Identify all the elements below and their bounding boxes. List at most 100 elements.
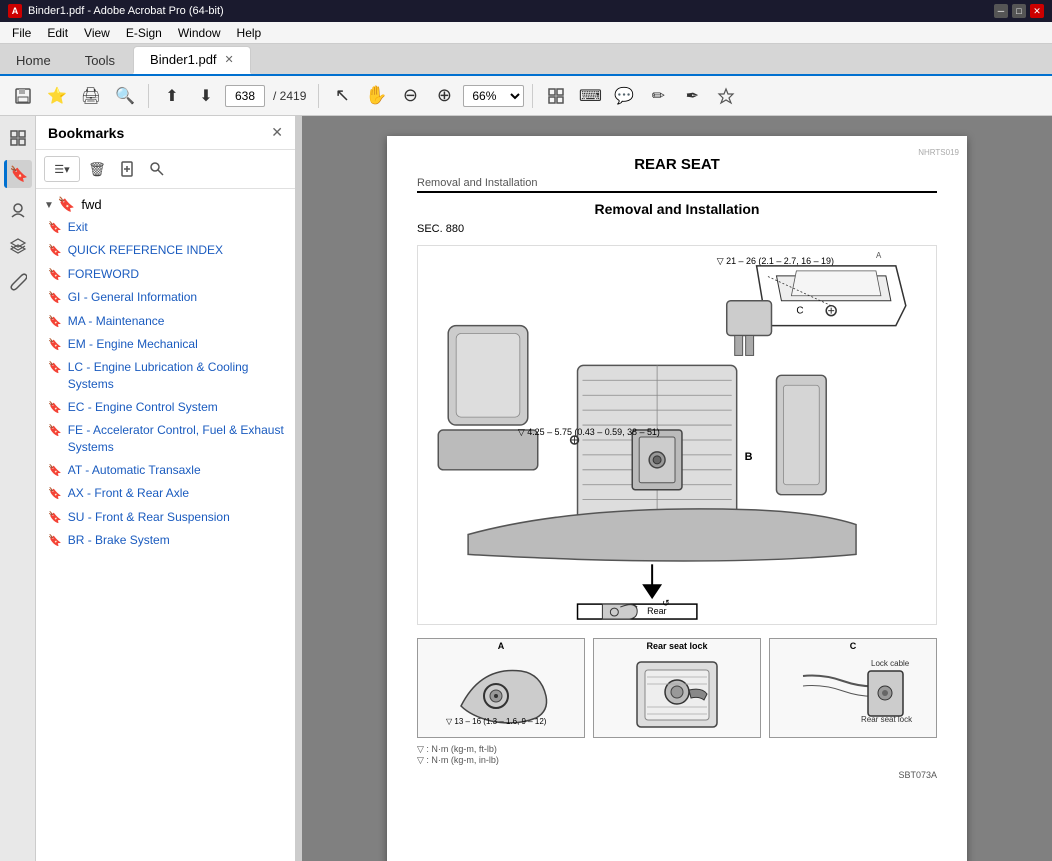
- bookmarks-tree: ▼ 🔖 fwd 🔖 Exit 🔖 QUICK REFERENCE INDEX 🔖…: [36, 189, 295, 861]
- svg-text:▽ 13 – 16 (1.3 – 1.6, 9 – 12): ▽ 13 – 16 (1.3 – 1.6, 9 – 12): [446, 717, 547, 726]
- window-controls: ─ □ ✕: [994, 4, 1044, 18]
- footer-line-1: ▽ : N·m (kg-m, ft-lb): [417, 744, 937, 755]
- maximize-button[interactable]: □: [1012, 4, 1026, 18]
- tab-tools-label: Tools: [85, 53, 115, 68]
- pdf-sec-number: SEC. 880: [417, 223, 937, 235]
- bookmark-icon: 🔖: [48, 534, 62, 549]
- bookmark-quick-ref-label: QUICK REFERENCE INDEX: [68, 242, 287, 259]
- bookmark-ma[interactable]: 🔖 MA - Maintenance: [36, 310, 295, 333]
- bookmark-fe[interactable]: 🔖 FE - Accelerator Control, Fuel & Exhau…: [36, 419, 295, 459]
- bookmark-gi-label: GI - General Information: [68, 289, 287, 306]
- bookmark-options-dropdown[interactable]: ☰▾: [44, 156, 80, 182]
- keyboard-button[interactable]: ⌨: [575, 81, 605, 111]
- app-icon: A: [8, 4, 22, 18]
- layers-icon[interactable]: [4, 232, 32, 260]
- bookmark-em[interactable]: 🔖 EM - Engine Mechanical: [36, 333, 295, 356]
- pdf-page: NHRTS019 REAR SEAT Removal and Installat…: [387, 136, 967, 861]
- next-page-button[interactable]: ⬇: [191, 81, 221, 111]
- separator-2: [318, 84, 319, 108]
- prev-page-button[interactable]: ⬆: [157, 81, 187, 111]
- reduce-button[interactable]: 🔍: [110, 81, 140, 111]
- new-bookmark-button[interactable]: [114, 156, 140, 182]
- menu-bar: File Edit View E-Sign Window Help: [0, 22, 1052, 44]
- tab-bar: Home Tools Binder1.pdf ✕: [0, 44, 1052, 76]
- bookmark-ax[interactable]: 🔖 AX - Front & Rear Axle: [36, 482, 295, 505]
- bookmark-br[interactable]: 🔖 BR - Brake System: [36, 529, 295, 552]
- menu-esign[interactable]: E-Sign: [118, 24, 170, 42]
- comment-button[interactable]: 💬: [609, 81, 639, 111]
- search-bookmark-button[interactable]: [144, 156, 170, 182]
- close-button[interactable]: ✕: [1030, 4, 1044, 18]
- fit-page-button[interactable]: [541, 81, 571, 111]
- thumbnail-c: C Lock cable Rear seat lock: [769, 638, 937, 738]
- bookmark-at-label: AT - Automatic Transaxle: [68, 462, 287, 479]
- bookmarks-panel-icon[interactable]: 🔖: [4, 160, 32, 188]
- bookmark-icon: 🔖: [48, 221, 62, 236]
- zoom-in-button[interactable]: ⊕: [429, 81, 459, 111]
- bookmark-exit[interactable]: 🔖 Exit: [36, 216, 295, 239]
- bookmark-icon: 🔖: [48, 487, 62, 502]
- stamp-button[interactable]: [711, 81, 741, 111]
- bookmark-foreword[interactable]: 🔖 FOREWORD: [36, 263, 295, 286]
- attachments-icon[interactable]: [4, 268, 32, 296]
- bookmark-at[interactable]: 🔖 AT - Automatic Transaxle: [36, 459, 295, 482]
- tab-tools[interactable]: Tools: [69, 46, 131, 74]
- bookmark-lc[interactable]: 🔖 LC - Engine Lubrication & Cooling Syst…: [36, 356, 295, 396]
- menu-help[interactable]: Help: [229, 24, 270, 42]
- save-button[interactable]: [8, 81, 38, 111]
- pdf-footer: ▽ : N·m (kg-m, ft-lb) ▽ : N·m (kg-m, in-…: [417, 744, 937, 766]
- menu-window[interactable]: Window: [170, 24, 229, 42]
- thumbnail-a-label: A: [498, 641, 505, 651]
- svg-text:Lock cable: Lock cable: [871, 659, 910, 668]
- sidebar-header: Bookmarks ✕: [36, 116, 295, 150]
- pdf-section-title: Removal and Installation: [417, 201, 937, 217]
- svg-text:B: B: [745, 451, 753, 463]
- bookmark-icon: 🔖: [48, 401, 62, 416]
- bookmark-su[interactable]: 🔖 SU - Front & Rear Suspension: [36, 506, 295, 529]
- zoom-select[interactable]: 50% 66% 75% 100% 125% 150% 200%: [463, 85, 524, 107]
- bookmark-gi[interactable]: 🔖 GI - General Information: [36, 286, 295, 309]
- pdf-watermark: NHRTS019: [918, 148, 959, 157]
- title-bar: A Binder1.pdf - Adobe Acrobat Pro (64-bi…: [0, 0, 1052, 22]
- tab-binder1-close[interactable]: ✕: [225, 53, 234, 66]
- bookmark-icon: 🔖: [48, 361, 62, 376]
- sidebar-close-button[interactable]: ✕: [271, 124, 283, 141]
- bookmark-ec[interactable]: 🔖 EC - Engine Control System: [36, 396, 295, 419]
- bookmark-button[interactable]: ⭐: [42, 81, 72, 111]
- fwd-label: fwd: [81, 197, 101, 212]
- zoom-out-button[interactable]: ⊖: [395, 81, 425, 111]
- bookmark-fwd-root[interactable]: ▼ 🔖 fwd: [36, 193, 295, 216]
- svg-text:▽ 21 – 26 (2.1 – 2.7, 16 – 19): ▽ 21 – 26 (2.1 – 2.7, 16 – 19): [717, 256, 834, 266]
- bookmark-ax-label: AX - Front & Rear Axle: [68, 485, 287, 502]
- separator-1: [148, 84, 149, 108]
- menu-file[interactable]: File: [4, 24, 39, 42]
- signatures-icon[interactable]: [4, 196, 32, 224]
- bookmark-quick-ref[interactable]: 🔖 QUICK REFERENCE INDEX: [36, 239, 295, 262]
- menu-edit[interactable]: Edit: [39, 24, 76, 42]
- thumbnail-c-label: C: [850, 641, 857, 651]
- highlight-button[interactable]: ✏: [643, 81, 673, 111]
- bookmark-lc-label: LC - Engine Lubrication & Cooling System…: [68, 359, 287, 393]
- hand-tool[interactable]: ✋: [361, 81, 391, 111]
- tab-binder1[interactable]: Binder1.pdf ✕: [133, 46, 251, 74]
- svg-text:↺: ↺: [662, 598, 670, 608]
- main-area: 🔖 Bookmarks ✕ ☰▾ 🗑: [0, 116, 1052, 861]
- delete-bookmark-button[interactable]: 🗑: [84, 156, 110, 182]
- svg-text:A: A: [876, 251, 882, 260]
- menu-view[interactable]: View: [76, 24, 118, 42]
- pdf-page-title: REAR SEAT: [417, 156, 937, 173]
- bookmark-icon: 🔖: [48, 511, 62, 526]
- left-icon-panel: 🔖: [0, 116, 36, 861]
- svg-text:Rear seat lock: Rear seat lock: [861, 715, 913, 724]
- pdf-viewer-area[interactable]: NHRTS019 REAR SEAT Removal and Installat…: [302, 116, 1052, 861]
- print-button[interactable]: 🖨: [76, 81, 106, 111]
- bookmark-icon: 🔖: [48, 315, 62, 330]
- bookmark-icon: 🔖: [48, 244, 62, 259]
- minimize-button[interactable]: ─: [994, 4, 1008, 18]
- cursor-tool[interactable]: ↖: [327, 81, 357, 111]
- tab-home[interactable]: Home: [0, 46, 67, 74]
- draw-button[interactable]: ✒: [677, 81, 707, 111]
- page-thumbnails-icon[interactable]: [4, 124, 32, 152]
- window-title: Binder1.pdf - Adobe Acrobat Pro (64-bit): [28, 5, 224, 17]
- page-input[interactable]: [225, 85, 265, 107]
